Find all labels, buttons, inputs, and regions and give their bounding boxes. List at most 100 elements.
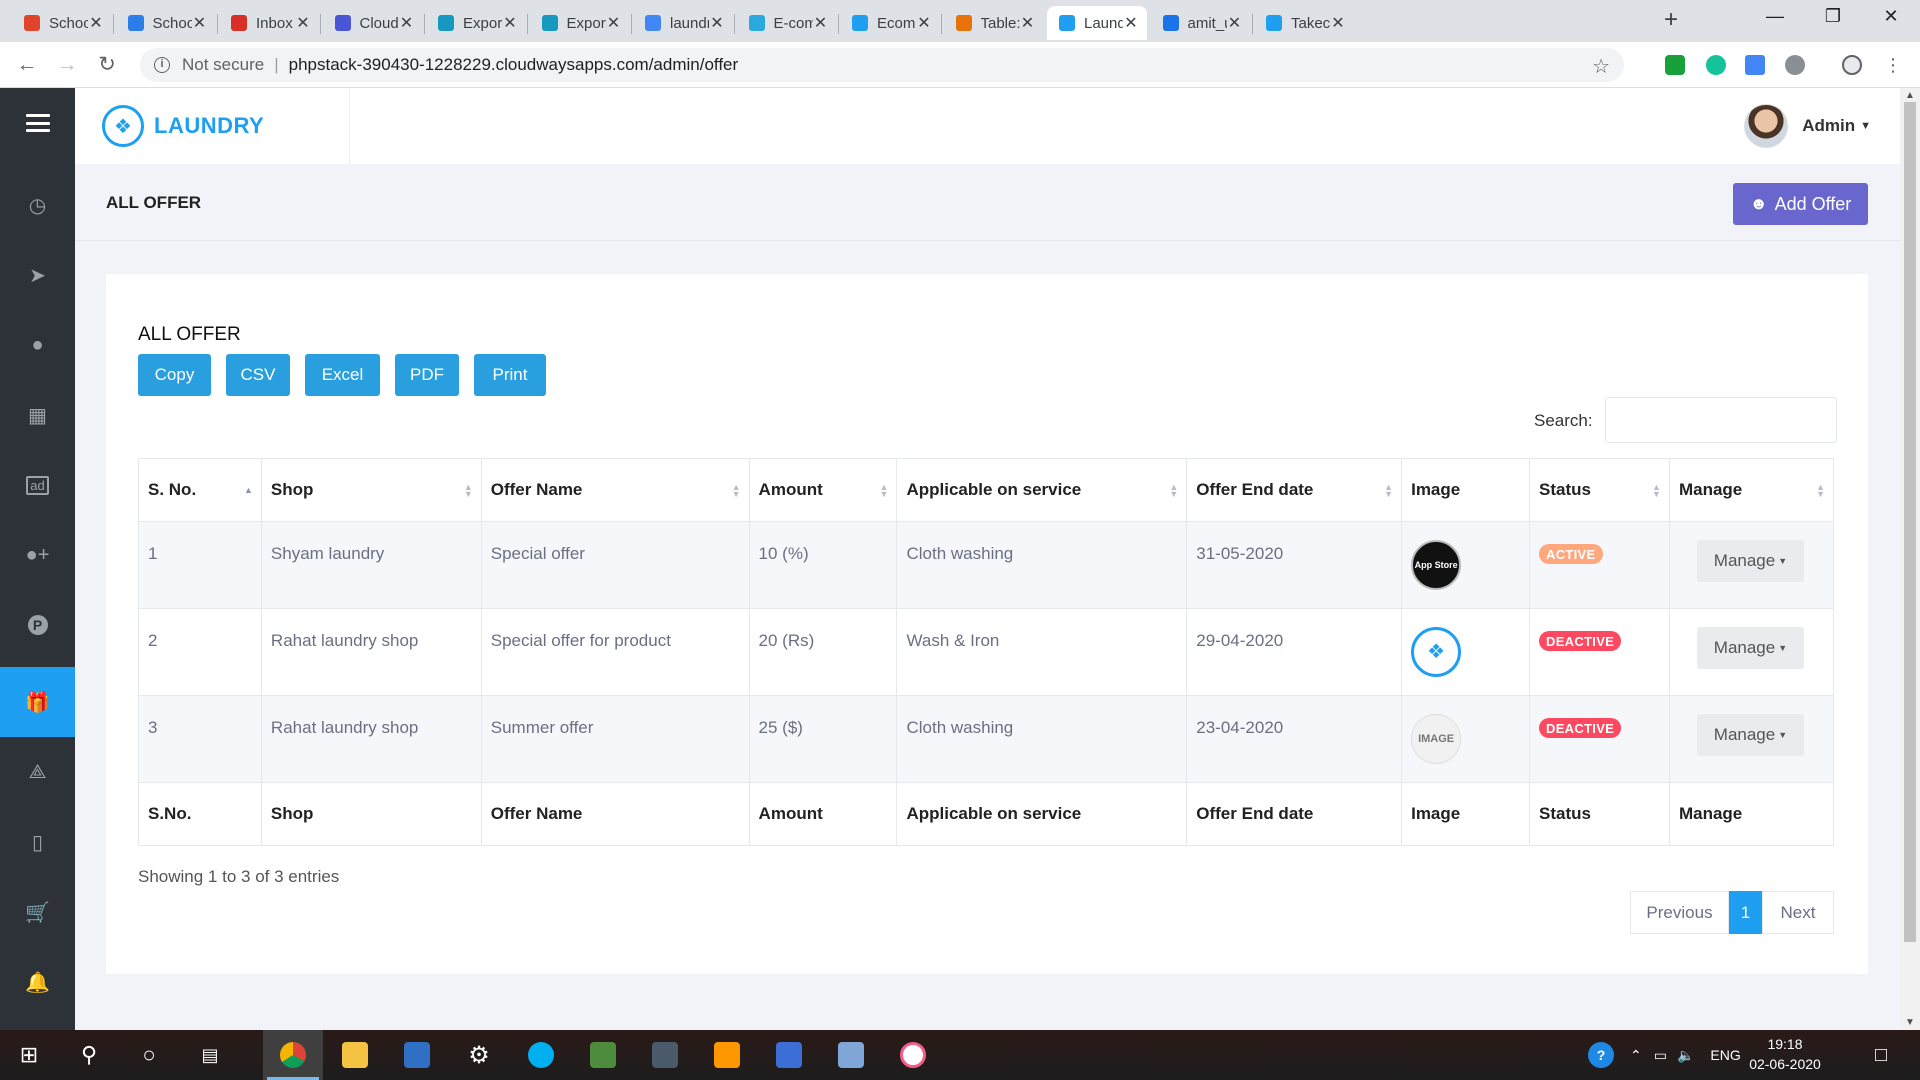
close-tab-icon[interactable]: ✕ <box>1227 13 1243 33</box>
clock[interactable]: 19:18 02-06-2020 <box>1735 1034 1835 1074</box>
browser-tab[interactable]: Ecomn✕ <box>840 6 940 40</box>
close-tab-icon[interactable]: ✕ <box>502 13 518 33</box>
reload-icon[interactable]: ↻ <box>94 52 120 78</box>
browser-tab[interactable]: amit_u✕ <box>1151 6 1251 40</box>
copy-button[interactable]: Copy <box>138 354 211 396</box>
new-tab-button[interactable]: + <box>1655 6 1687 34</box>
taskbar-settings[interactable]: ⚙ <box>449 1030 509 1080</box>
taskbar-itunes[interactable] <box>883 1030 943 1080</box>
browser-tab[interactable]: Export✕ <box>530 6 630 40</box>
bookmark-star-icon[interactable]: ☆ <box>1592 54 1610 79</box>
close-tab-icon[interactable]: ✕ <box>813 13 829 33</box>
close-tab-icon[interactable]: ✕ <box>1020 13 1036 33</box>
column-header-offer-name[interactable]: Offer Name ▲ ▼ <box>480 458 750 522</box>
excel-button[interactable]: Excel <box>305 354 380 396</box>
forward-icon[interactable]: → <box>54 52 80 78</box>
taskbar-remote-app[interactable] <box>821 1030 881 1080</box>
close-tab-icon[interactable]: ✕ <box>295 13 311 33</box>
pdf-button[interactable]: PDF <box>395 354 459 396</box>
column-header-end-date[interactable]: Offer End date ▲ ▼ <box>1186 458 1403 522</box>
scroll-up-icon[interactable]: ▲ <box>1900 90 1920 101</box>
close-tab-icon[interactable]: ✕ <box>709 13 725 33</box>
taskbar-skype[interactable] <box>511 1030 571 1080</box>
close-tab-icon[interactable]: ✕ <box>606 13 622 33</box>
browser-menu-icon[interactable]: ⋮ <box>1880 52 1906 78</box>
user-menu[interactable]: Admin ▼ <box>1744 104 1871 148</box>
chevron-up-icon[interactable]: ⌃ <box>1630 1047 1642 1064</box>
column-header-sno[interactable]: S. No. ▲ <box>138 458 262 522</box>
extension-cloud-icon[interactable] <box>1785 55 1805 75</box>
sidebar-item-cart[interactable]: 🛒 <box>0 877 75 947</box>
browser-tab[interactable]: E-com ✕ <box>737 6 837 40</box>
column-header-status[interactable]: Status ▲ ▼ <box>1529 458 1670 522</box>
sidebar-item-parking[interactable]: P <box>0 590 75 660</box>
previous-page-button[interactable]: Previous <box>1630 891 1729 934</box>
search-icon[interactable]: ⚲ <box>74 1040 104 1070</box>
sidebar-item-add-user[interactable]: ●+ <box>0 520 75 590</box>
column-header-image[interactable]: Image <box>1401 458 1531 522</box>
info-icon[interactable]: i <box>154 57 170 73</box>
close-tab-icon[interactable]: ✕ <box>192 13 208 33</box>
cortana-icon[interactable]: ○ <box>134 1040 164 1070</box>
column-header-amount[interactable]: Amount ▲ ▼ <box>748 458 898 522</box>
profile-icon[interactable] <box>1842 55 1862 75</box>
close-tab-icon[interactable]: ✕ <box>399 13 415 33</box>
help-icon[interactable]: ? <box>1588 1042 1614 1068</box>
browser-tab[interactable]: Cloudv✕ <box>323 6 423 40</box>
sidebar-item-tags[interactable]: ⟁ <box>0 737 75 807</box>
close-window-button[interactable]: ✕ <box>1868 6 1914 27</box>
minimize-button[interactable]: — <box>1752 6 1798 27</box>
page-scrollbar[interactable]: ▲ ▼ <box>1900 88 1920 1030</box>
taskbar-sublime[interactable] <box>697 1030 757 1080</box>
taskbar-explorer[interactable] <box>325 1030 385 1080</box>
scroll-down-icon[interactable]: ▼ <box>1900 1017 1920 1028</box>
translate-icon[interactable] <box>1745 55 1765 75</box>
sidebar-item-users[interactable]: ● <box>0 310 75 380</box>
page-button-current[interactable]: 1 <box>1729 891 1762 934</box>
sidebar-item-send[interactable]: ➤ <box>0 240 75 310</box>
scrollbar-thumb[interactable] <box>1904 102 1916 942</box>
taskbar-chrome[interactable] <box>263 1030 323 1080</box>
taskbar-app-windows[interactable] <box>635 1030 695 1080</box>
close-tab-icon[interactable]: ✕ <box>1123 13 1139 33</box>
csv-button[interactable]: CSV <box>226 354 290 396</box>
back-icon[interactable]: ← <box>14 52 40 78</box>
sidebar-item-offers[interactable]: 🎁 <box>0 667 75 737</box>
browser-tab[interactable]: School✕ <box>116 6 216 40</box>
close-tab-icon[interactable]: ✕ <box>1330 13 1346 33</box>
volume-icon[interactable]: 🔈 <box>1677 1047 1694 1064</box>
sidebar-item-ads[interactable]: ad <box>0 450 75 520</box>
column-header-manage[interactable]: Manage ▲ ▼ <box>1668 458 1835 522</box>
grammarly-icon[interactable] <box>1706 55 1726 75</box>
taskbar-app-lx[interactable] <box>387 1030 447 1080</box>
brand[interactable]: ❖ LAUNDRY <box>75 88 350 164</box>
taskbar-network-app[interactable] <box>759 1030 819 1080</box>
browser-tab[interactable]: Table: ✕ <box>944 6 1044 40</box>
taskbar-app-green[interactable] <box>573 1030 633 1080</box>
extension-tv-icon[interactable] <box>1665 55 1685 75</box>
task-view-icon[interactable]: ▤ <box>195 1040 225 1070</box>
manage-button[interactable]: Manage ▼ <box>1696 627 1804 669</box>
browser-tab[interactable]: Inbox (✕ <box>219 6 319 40</box>
restore-button[interactable]: ❐ <box>1810 6 1856 27</box>
column-header-shop[interactable]: Shop ▲ ▼ <box>260 458 482 522</box>
sidebar-item-notifications[interactable]: 🔔 <box>0 947 75 1017</box>
sidebar-item-table[interactable]: ▦ <box>0 380 75 450</box>
browser-tab[interactable]: Takeca✕ <box>1254 6 1354 40</box>
sidebar-item-dashboard[interactable]: ◷ <box>0 170 75 240</box>
add-offer-button[interactable]: ☻ Add Offer <box>1733 183 1868 225</box>
search-input[interactable] <box>1605 397 1837 443</box>
browser-tab[interactable]: Laundr✕ <box>1047 6 1147 40</box>
notification-center-icon[interactable]: □ <box>1866 1040 1896 1070</box>
sidebar-item-receipts[interactable]: ▯ <box>0 807 75 877</box>
column-header-service[interactable]: Applicable on service ▲ ▼ <box>896 458 1188 522</box>
browser-tab[interactable]: laundr ✕ <box>633 6 733 40</box>
browser-tab[interactable]: School✕ <box>12 6 112 40</box>
network-icon[interactable]: ▭ <box>1654 1047 1667 1064</box>
manage-button[interactable]: Manage ▼ <box>1696 540 1804 582</box>
address-bar[interactable]: i Not secure | phpstack-390430-1228229.c… <box>140 48 1624 82</box>
windows-start-icon[interactable]: ⊞ <box>14 1040 44 1070</box>
manage-button[interactable]: Manage ▼ <box>1696 714 1804 756</box>
close-tab-icon[interactable]: ✕ <box>88 13 104 33</box>
close-tab-icon[interactable]: ✕ <box>916 13 932 33</box>
